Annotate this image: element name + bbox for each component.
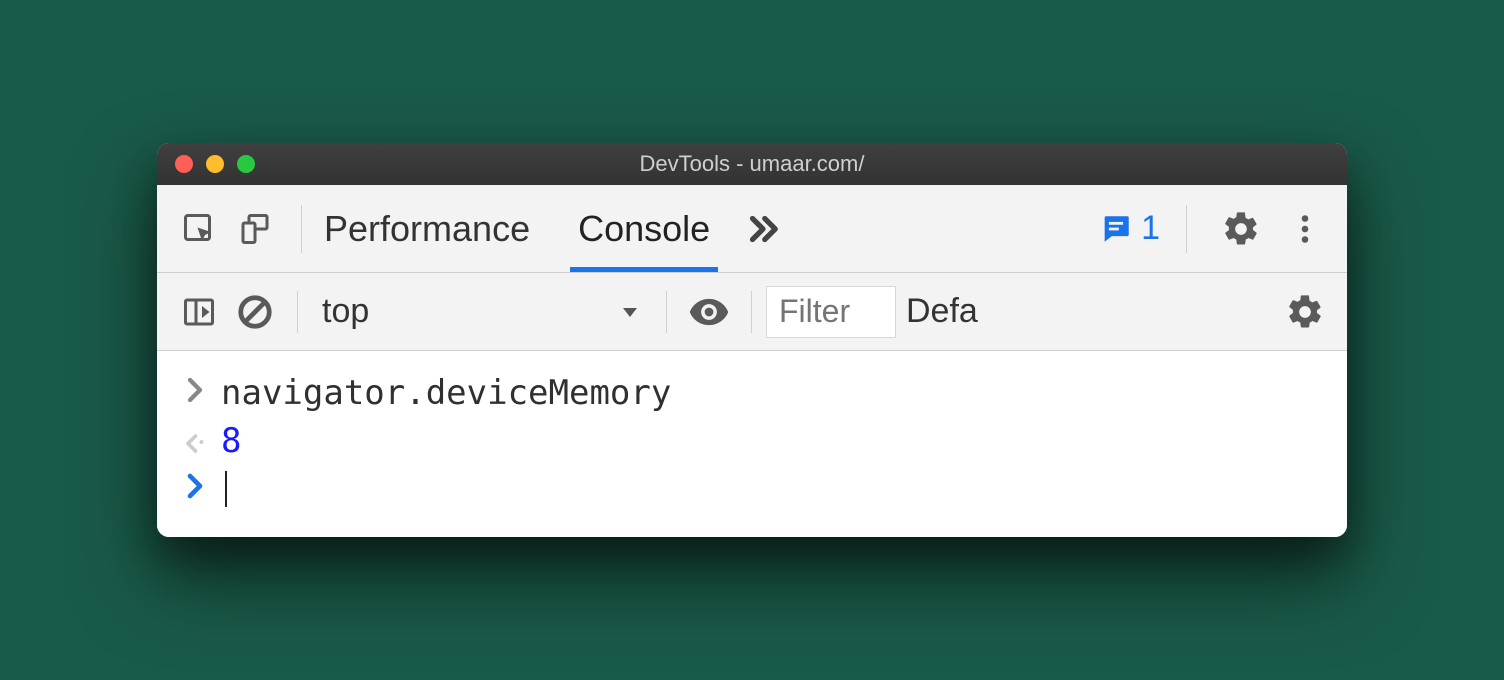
inspect-element-icon[interactable] — [171, 201, 227, 257]
toolbar-separator — [297, 291, 298, 333]
log-level-selector[interactable]: Defa — [906, 292, 978, 331]
window-controls — [175, 155, 255, 173]
device-toolbar-icon[interactable] — [227, 201, 283, 257]
chevron-down-icon — [618, 300, 642, 324]
sidebar-toggle-icon[interactable] — [171, 284, 227, 340]
settings-gear-icon[interactable] — [1213, 201, 1269, 257]
minimize-icon[interactable] — [206, 155, 224, 173]
toolbar-right-group: 1 — [1099, 201, 1333, 257]
console-prompt-line[interactable] — [157, 465, 1347, 513]
toolbar-separator — [1186, 205, 1187, 253]
tab-label: Performance — [324, 208, 530, 250]
console-result-line: 8 — [157, 417, 1347, 465]
prompt-marker-icon — [185, 373, 221, 413]
main-toolbar: Performance Console 1 — [157, 185, 1347, 273]
more-tabs-button[interactable] — [742, 208, 784, 250]
active-prompt-marker-icon — [185, 469, 221, 509]
console-output: navigator.deviceMemory 8 — [157, 351, 1347, 537]
context-label: top — [322, 292, 369, 331]
live-expression-icon[interactable] — [681, 284, 737, 340]
toolbar-separator — [751, 291, 752, 333]
console-result-value: 8 — [221, 421, 241, 461]
console-toolbar: top Defa — [157, 273, 1347, 351]
more-menu-icon[interactable] — [1277, 201, 1333, 257]
return-marker-icon — [185, 421, 221, 461]
maximize-icon[interactable] — [237, 155, 255, 173]
console-input-text: navigator.deviceMemory — [221, 373, 671, 413]
tab-label: Console — [578, 208, 710, 250]
window-title: DevTools - umaar.com/ — [640, 151, 865, 177]
tab-strip: Performance Console — [320, 185, 714, 272]
tab-performance[interactable]: Performance — [320, 185, 534, 272]
console-settings-gear-icon[interactable] — [1277, 284, 1333, 340]
clear-console-icon[interactable] — [227, 284, 283, 340]
console-input-line: navigator.deviceMemory — [157, 369, 1347, 417]
close-icon[interactable] — [175, 155, 193, 173]
toolbar-separator — [301, 205, 302, 253]
text-cursor — [225, 471, 227, 507]
filter-input[interactable] — [766, 286, 896, 338]
messages-badge[interactable]: 1 — [1099, 209, 1160, 248]
tab-console[interactable]: Console — [574, 185, 714, 272]
devtools-window: DevTools - umaar.com/ Performance Consol… — [157, 143, 1347, 537]
execution-context-selector[interactable]: top — [312, 292, 652, 331]
window-titlebar: DevTools - umaar.com/ — [157, 143, 1347, 185]
messages-count: 1 — [1141, 209, 1160, 248]
toolbar-separator — [666, 291, 667, 333]
